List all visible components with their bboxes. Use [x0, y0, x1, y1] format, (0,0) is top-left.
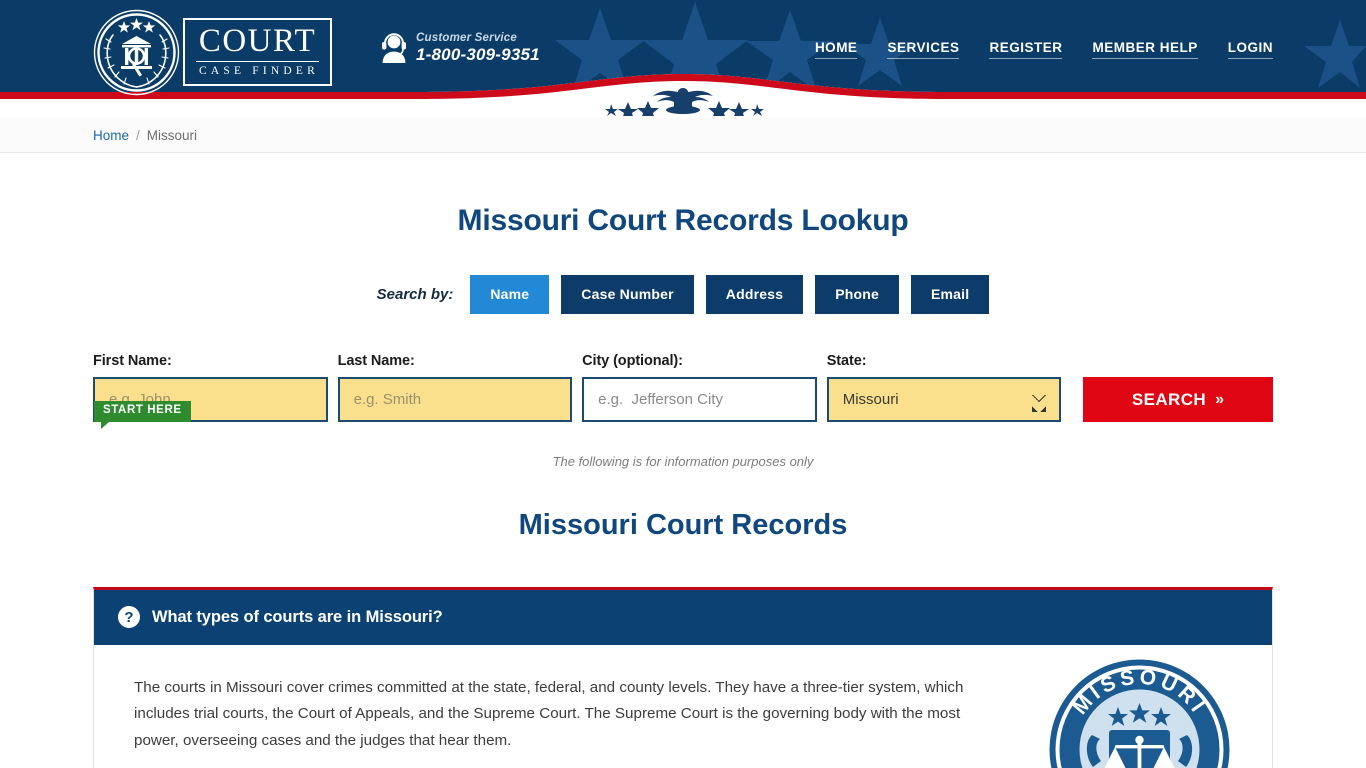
- missouri-state-seal-icon: MISSOURI: [1049, 659, 1230, 768]
- section-title: Missouri Court Records: [518, 509, 848, 541]
- last-name-label: Last Name:: [337, 353, 415, 369]
- nav-item-register[interactable]: REGISTER: [989, 40, 1063, 59]
- tab-phone[interactable]: Phone: [815, 275, 899, 314]
- search-by-label: Search by:: [376, 286, 454, 303]
- customer-service-phone[interactable]: 1-800-309-9351: [416, 45, 540, 65]
- headset-support-icon: [382, 33, 406, 64]
- start-here-badge: START HERE: [94, 401, 191, 428]
- search-form: First Name: Last Name: City (optional): …: [93, 353, 1273, 422]
- breadcrumb: Home / Missouri: [93, 118, 1273, 153]
- last-name-input[interactable]: [337, 377, 573, 422]
- search-button-label: SEARCH: [1131, 389, 1207, 409]
- city-label: City (optional):: [582, 353, 683, 369]
- main-content: Missouri Court Records Lookup Search by:…: [93, 204, 1273, 768]
- state-field-group: State: Missouri: [826, 353, 1062, 422]
- city-field-group: City (optional):: [582, 353, 817, 422]
- customer-service-block: Customer Service 1-800-309-9351: [381, 31, 540, 66]
- site-header: COURT CASE FINDER Customer Service 1-800…: [0, 0, 1366, 118]
- logo-sub-text: CASE FINDER: [199, 64, 320, 77]
- breadcrumb-current: Missouri: [146, 128, 198, 143]
- faq-header[interactable]: ? What types of courts are in Missouri?: [94, 590, 1272, 645]
- faq-body: MISSOURI The courts in Missouri cover cr…: [94, 645, 1272, 768]
- breadcrumb-bar: Home / Missouri: [0, 118, 1366, 153]
- nav-item-services[interactable]: SERVICES: [887, 40, 960, 59]
- site-logo[interactable]: COURT CASE FINDER: [93, 8, 343, 96]
- tab-case-number[interactable]: Case Number: [561, 275, 694, 314]
- search-button[interactable]: SEARCH »: [1083, 377, 1273, 422]
- faq-card: ? What types of courts are in Missouri? …: [93, 587, 1273, 768]
- page-title: Missouri Court Records Lookup: [457, 204, 909, 237]
- search-by-tabs: Search by: Name Case Number Address Phon…: [93, 275, 1273, 314]
- city-input[interactable]: [582, 377, 817, 422]
- logo-main-text: COURT: [196, 24, 320, 62]
- last-name-field-group: Last Name:: [337, 353, 573, 422]
- question-mark-circle-icon: ?: [118, 606, 140, 628]
- disclaimer-text: The following is for information purpose…: [552, 454, 814, 469]
- chevron-double-right-icon: »: [1215, 390, 1225, 408]
- first-name-label: First Name:: [93, 353, 172, 369]
- main-navigation: HOME SERVICES REGISTER MEMBER HELP LOGIN: [814, 40, 1273, 59]
- nav-item-member-help[interactable]: MEMBER HELP: [1092, 40, 1198, 59]
- state-label: State:: [826, 353, 867, 369]
- state-select[interactable]: Missouri: [826, 377, 1062, 422]
- customer-service-label: Customer Service: [416, 32, 517, 44]
- faq-question: What types of courts are in Missouri?: [152, 607, 443, 626]
- nav-item-login[interactable]: LOGIN: [1227, 40, 1273, 59]
- faq-paragraph: The courts in Missouri cover crimes comm…: [134, 679, 964, 749]
- tab-email[interactable]: Email: [910, 275, 990, 314]
- courthouse-wreath-seal-icon: [93, 9, 180, 95]
- tab-name[interactable]: Name: [470, 275, 550, 314]
- logo-text: COURT CASE FINDER: [183, 17, 333, 87]
- breadcrumb-home-link[interactable]: Home: [93, 128, 129, 143]
- breadcrumb-separator: /: [136, 128, 140, 143]
- tab-address[interactable]: Address: [705, 275, 804, 314]
- nav-item-home[interactable]: HOME: [814, 40, 858, 59]
